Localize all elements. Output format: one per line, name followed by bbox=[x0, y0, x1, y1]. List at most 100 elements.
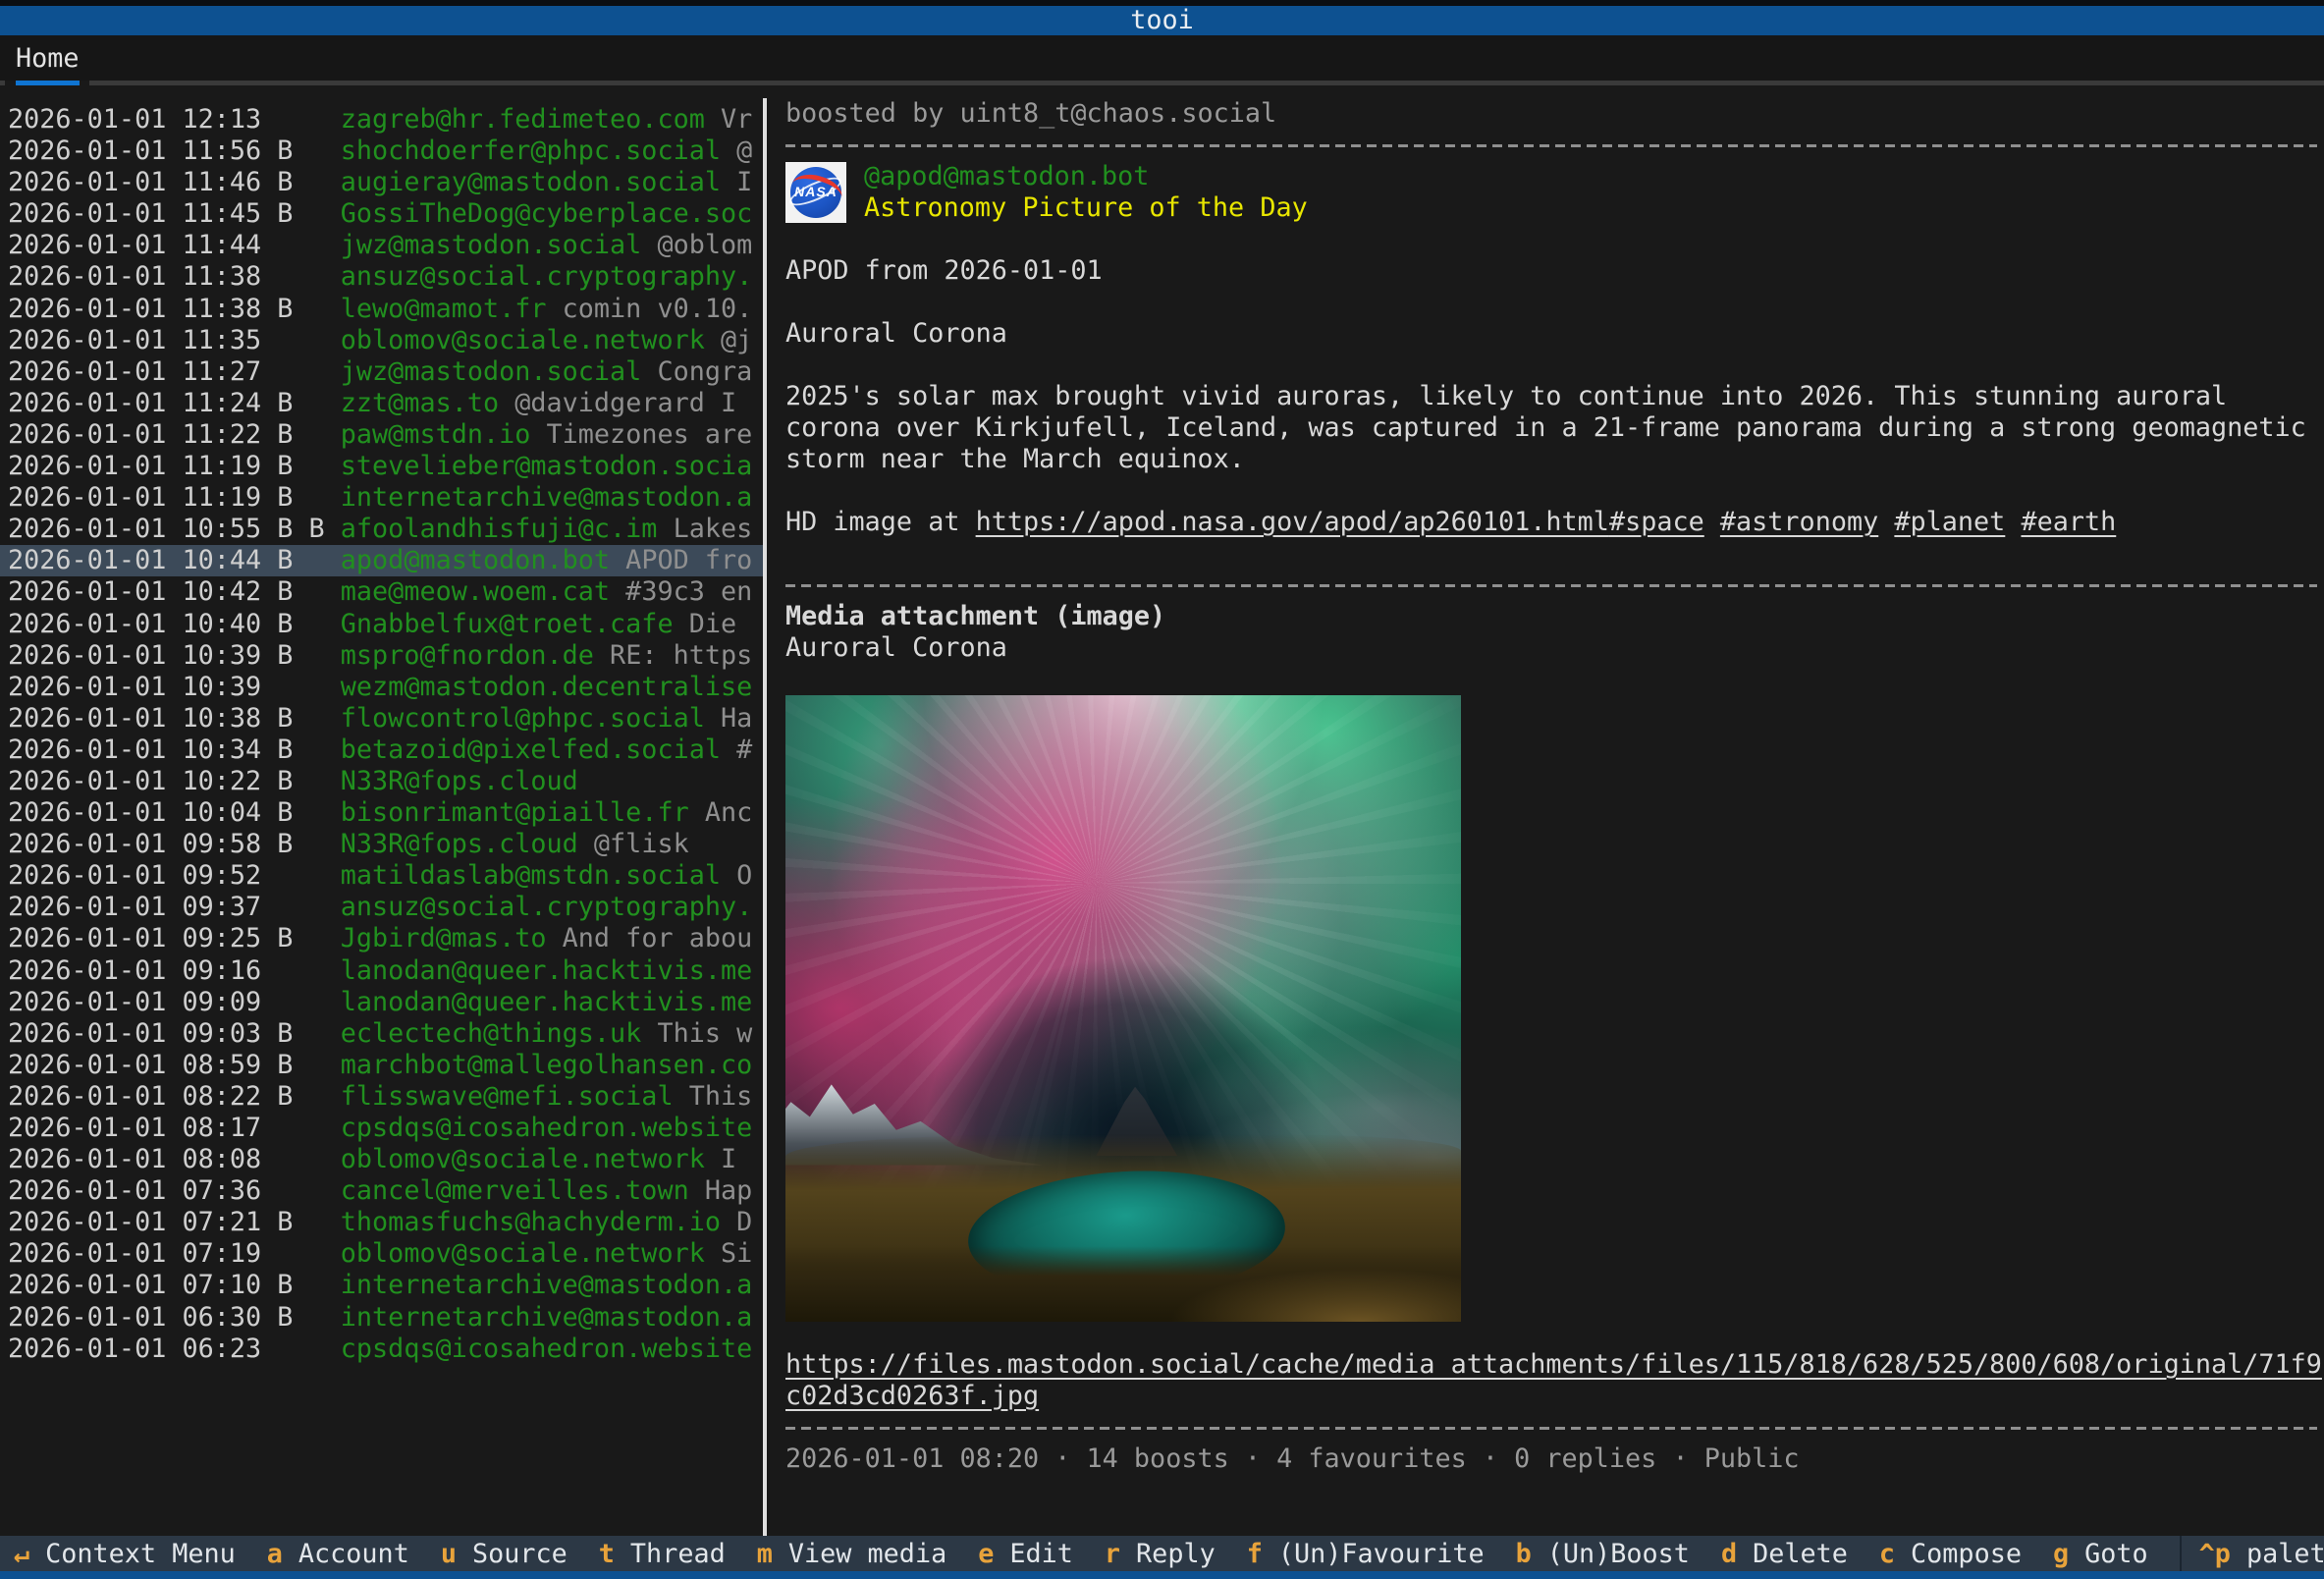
entry-preview: Die bbox=[674, 609, 737, 640]
timeline-entry[interactable]: 2026-01-01 10:40 B Gnabbelfux@troet.cafe… bbox=[0, 609, 763, 640]
timeline-entry[interactable]: 2026-01-01 10:42 B mae@meow.woem.cat #39… bbox=[0, 576, 763, 608]
timeline-entry[interactable]: 2026-01-01 11:38 ansuz@social.cryptograp… bbox=[0, 261, 763, 293]
timeline-entry[interactable]: 2026-01-01 11:44 jwz@mastodon.social @ob… bbox=[0, 230, 763, 261]
timeline-entry[interactable]: 2026-01-01 12:13 zagreb@hr.fedimeteo.com… bbox=[0, 104, 763, 136]
timeline-entry[interactable]: 2026-01-01 10:55 B B afoolandhisfuji@c.i… bbox=[0, 514, 763, 545]
hashtag-link[interactable]: #planet bbox=[1894, 507, 2005, 537]
timeline-entry[interactable]: 2026-01-01 10:04 B bisonrimant@piaille.f… bbox=[0, 797, 763, 829]
timeline-entry[interactable]: 2026-01-01 11:22 B paw@mstdn.io Timezone… bbox=[0, 419, 763, 451]
palette-key: ^p bbox=[2199, 1539, 2231, 1569]
entry-timestamp: 2026-01-01 09:03 bbox=[8, 1018, 277, 1050]
statusbar-shortcut[interactable]: d Delete bbox=[1721, 1539, 1848, 1569]
entry-account: bisonrimant@piaille.fr bbox=[341, 797, 689, 829]
statusbar-shortcut[interactable]: b (Un)Boost bbox=[1516, 1539, 1690, 1569]
timeline-entry[interactable]: 2026-01-01 08:22 B flisswave@mefi.social… bbox=[0, 1081, 763, 1113]
statusbar-palette-item[interactable]: ^p palette bbox=[2180, 1536, 2324, 1571]
statusbar-shortcut[interactable]: c Compose bbox=[1879, 1539, 2022, 1569]
timeline-entry[interactable]: 2026-01-01 09:25 B Jgbird@mas.to And for… bbox=[0, 923, 763, 954]
timeline-entry[interactable]: 2026-01-01 11:19 B stevelieber@mastodon.… bbox=[0, 451, 763, 482]
entry-boost-flag: B bbox=[277, 797, 341, 829]
timeline-entry[interactable]: 2026-01-01 11:19 B internetarchive@masto… bbox=[0, 482, 763, 514]
timeline-entry[interactable]: 2026-01-01 08:59 B marchbot@mallegolhans… bbox=[0, 1050, 763, 1081]
timeline-entry[interactable]: 2026-01-01 09:58 B N33R@fops.cloud @flis… bbox=[0, 829, 763, 860]
timeline-entry[interactable]: 2026-01-01 11:56 B shochdoerfer@phpc.soc… bbox=[0, 136, 763, 167]
entry-preview: Timezones are bbox=[530, 419, 752, 451]
entry-timestamp: 2026-01-01 10:34 bbox=[8, 735, 277, 766]
timeline-entry[interactable]: 2026-01-01 10:44 B apod@mastodon.bot APO… bbox=[0, 545, 763, 576]
timeline-entry[interactable]: 2026-01-01 10:39 wezm@mastodon.decentral… bbox=[0, 672, 763, 703]
statusbar-shortcut[interactable]: m View media bbox=[757, 1539, 946, 1569]
shortcut-label: Thread bbox=[630, 1539, 726, 1569]
shortcut-label: Account bbox=[298, 1539, 409, 1569]
statusbar-shortcut[interactable]: g Goto bbox=[2053, 1539, 2148, 1569]
entry-boost-flag: B bbox=[277, 1270, 341, 1301]
statusbar-left-items: ↵ Context Menu a Account u Source t Thre… bbox=[14, 1539, 2180, 1569]
entry-timestamp: 2026-01-01 10:55 bbox=[8, 514, 277, 545]
url-link[interactable]: https://apod.nasa.gov/apod/ap260101.html bbox=[976, 507, 1609, 537]
timeline-entry[interactable]: 2026-01-01 06:30 B internetarchive@masto… bbox=[0, 1302, 763, 1334]
entry-timestamp: 2026-01-01 10:38 bbox=[8, 703, 277, 735]
statusbar-shortcut[interactable]: a Account bbox=[267, 1539, 409, 1569]
entry-boost-flag bbox=[277, 672, 341, 703]
pane-divider[interactable] bbox=[763, 98, 767, 1536]
shortcut-key: u bbox=[441, 1539, 457, 1569]
media-attachment-image[interactable] bbox=[785, 695, 1461, 1322]
entry-boost-flag bbox=[277, 356, 341, 388]
statusbar-shortcut[interactable]: f (Un)Favourite bbox=[1247, 1539, 1485, 1569]
entry-boost-flag: B bbox=[277, 829, 341, 860]
timeline-entry[interactable]: 2026-01-01 07:19 oblomov@sociale.network… bbox=[0, 1238, 763, 1270]
entry-preview: @flisk bbox=[578, 829, 689, 860]
statusbar-shortcut[interactable]: e Edit bbox=[978, 1539, 1073, 1569]
entry-boost-flag bbox=[277, 1238, 341, 1270]
timeline-entry[interactable]: 2026-01-01 08:17 cpsdqs@icosahedron.webs… bbox=[0, 1113, 763, 1144]
timeline-entry[interactable]: 2026-01-01 07:36 cancel@merveilles.town … bbox=[0, 1175, 763, 1207]
shortcut-key: r bbox=[1105, 1539, 1120, 1569]
media-attachment-title: Auroral Corona bbox=[785, 632, 2324, 664]
entry-timestamp: 2026-01-01 11:35 bbox=[8, 325, 277, 356]
statusbar-shortcut[interactable]: t Thread bbox=[599, 1539, 726, 1569]
timeline-entry[interactable]: 2026-01-01 10:39 B mspro@fnordon.de RE: … bbox=[0, 640, 763, 672]
nasa-avatar[interactable]: NASA bbox=[785, 162, 846, 223]
timeline-entry[interactable]: 2026-01-01 09:16 lanodan@queer.hacktivis… bbox=[0, 955, 763, 987]
timeline-entry[interactable]: 2026-01-01 08:08 oblomov@sociale.network… bbox=[0, 1144, 763, 1175]
author-handle[interactable]: @apod@mastodon.bot bbox=[864, 161, 1149, 192]
entry-preview: Lakes bbox=[657, 514, 752, 545]
entry-preview: Congra bbox=[641, 356, 752, 388]
entry-timestamp: 2026-01-01 10:44 bbox=[8, 545, 277, 576]
timeline-list[interactable]: 2026-01-01 12:13 zagreb@hr.fedimeteo.com… bbox=[0, 104, 763, 1536]
timeline-entry[interactable]: 2026-01-01 11:24 B zzt@mas.to @davidgera… bbox=[0, 388, 763, 419]
statusbar-shortcut[interactable]: ↵ Context Menu bbox=[14, 1539, 236, 1569]
entry-account: lewo@mamot.fr bbox=[341, 294, 547, 325]
entry-timestamp: 2026-01-01 11:46 bbox=[8, 167, 277, 198]
media-url-link[interactable]: https://files.mastodon.social/cache/medi… bbox=[785, 1349, 2324, 1412]
shortcut-key: t bbox=[599, 1539, 615, 1569]
statusbar-shortcut[interactable]: u Source bbox=[441, 1539, 567, 1569]
timeline-entry[interactable]: 2026-01-01 11:27 jwz@mastodon.social Con… bbox=[0, 356, 763, 388]
entry-boost-flag: B bbox=[277, 545, 341, 576]
entry-timestamp: 2026-01-01 11:45 bbox=[8, 198, 277, 230]
timeline-entry[interactable]: 2026-01-01 10:38 B flowcontrol@phpc.soci… bbox=[0, 703, 763, 735]
timeline-entry[interactable]: 2026-01-01 11:35 oblomov@sociale.network… bbox=[0, 325, 763, 356]
timeline-entry[interactable]: 2026-01-01 11:38 B lewo@mamot.fr comin v… bbox=[0, 294, 763, 325]
timeline-entry[interactable]: 2026-01-01 10:34 B betazoid@pixelfed.soc… bbox=[0, 735, 763, 766]
entry-account: Gnabbelfux@troet.cafe bbox=[341, 609, 674, 640]
hashtag-link[interactable]: #space bbox=[1609, 507, 1704, 537]
timeline-entry[interactable]: 2026-01-01 07:10 B internetarchive@masto… bbox=[0, 1270, 763, 1301]
timeline-entry[interactable]: 2026-01-01 09:09 lanodan@queer.hacktivis… bbox=[0, 987, 763, 1018]
hashtag-link[interactable]: #astronomy bbox=[1720, 507, 1878, 537]
timeline-entry[interactable]: 2026-01-01 10:22 B N33R@fops.cloud bbox=[0, 766, 763, 797]
timeline-entry[interactable]: 2026-01-01 09:03 B eclectech@things.uk T… bbox=[0, 1018, 763, 1050]
boosted-by: boosted by uint8_t@chaos.social bbox=[785, 98, 2324, 130]
tab-home[interactable]: Home bbox=[16, 39, 80, 79]
entry-boost-flag bbox=[277, 892, 341, 923]
timeline-entry[interactable]: 2026-01-01 09:52 matildaslab@mstdn.socia… bbox=[0, 860, 763, 892]
shortcut-label: View media bbox=[788, 1539, 946, 1569]
timeline-entry[interactable]: 2026-01-01 09:37 ansuz@social.cryptograp… bbox=[0, 892, 763, 923]
timeline-entry[interactable]: 2026-01-01 07:21 B thomasfuchs@hachyderm… bbox=[0, 1207, 763, 1238]
statusbar-shortcut[interactable]: r Reply bbox=[1105, 1539, 1216, 1569]
timeline-entry[interactable]: 2026-01-01 06:23 cpsdqs@icosahedron.webs… bbox=[0, 1334, 763, 1365]
timeline-entry[interactable]: 2026-01-01 11:46 B augieray@mastodon.soc… bbox=[0, 167, 763, 198]
timeline-entry[interactable]: 2026-01-01 11:45 B GossiTheDog@cyberplac… bbox=[0, 198, 763, 230]
shortcut-key: g bbox=[2053, 1539, 2069, 1569]
hashtag-link[interactable]: #earth bbox=[2021, 507, 2116, 537]
